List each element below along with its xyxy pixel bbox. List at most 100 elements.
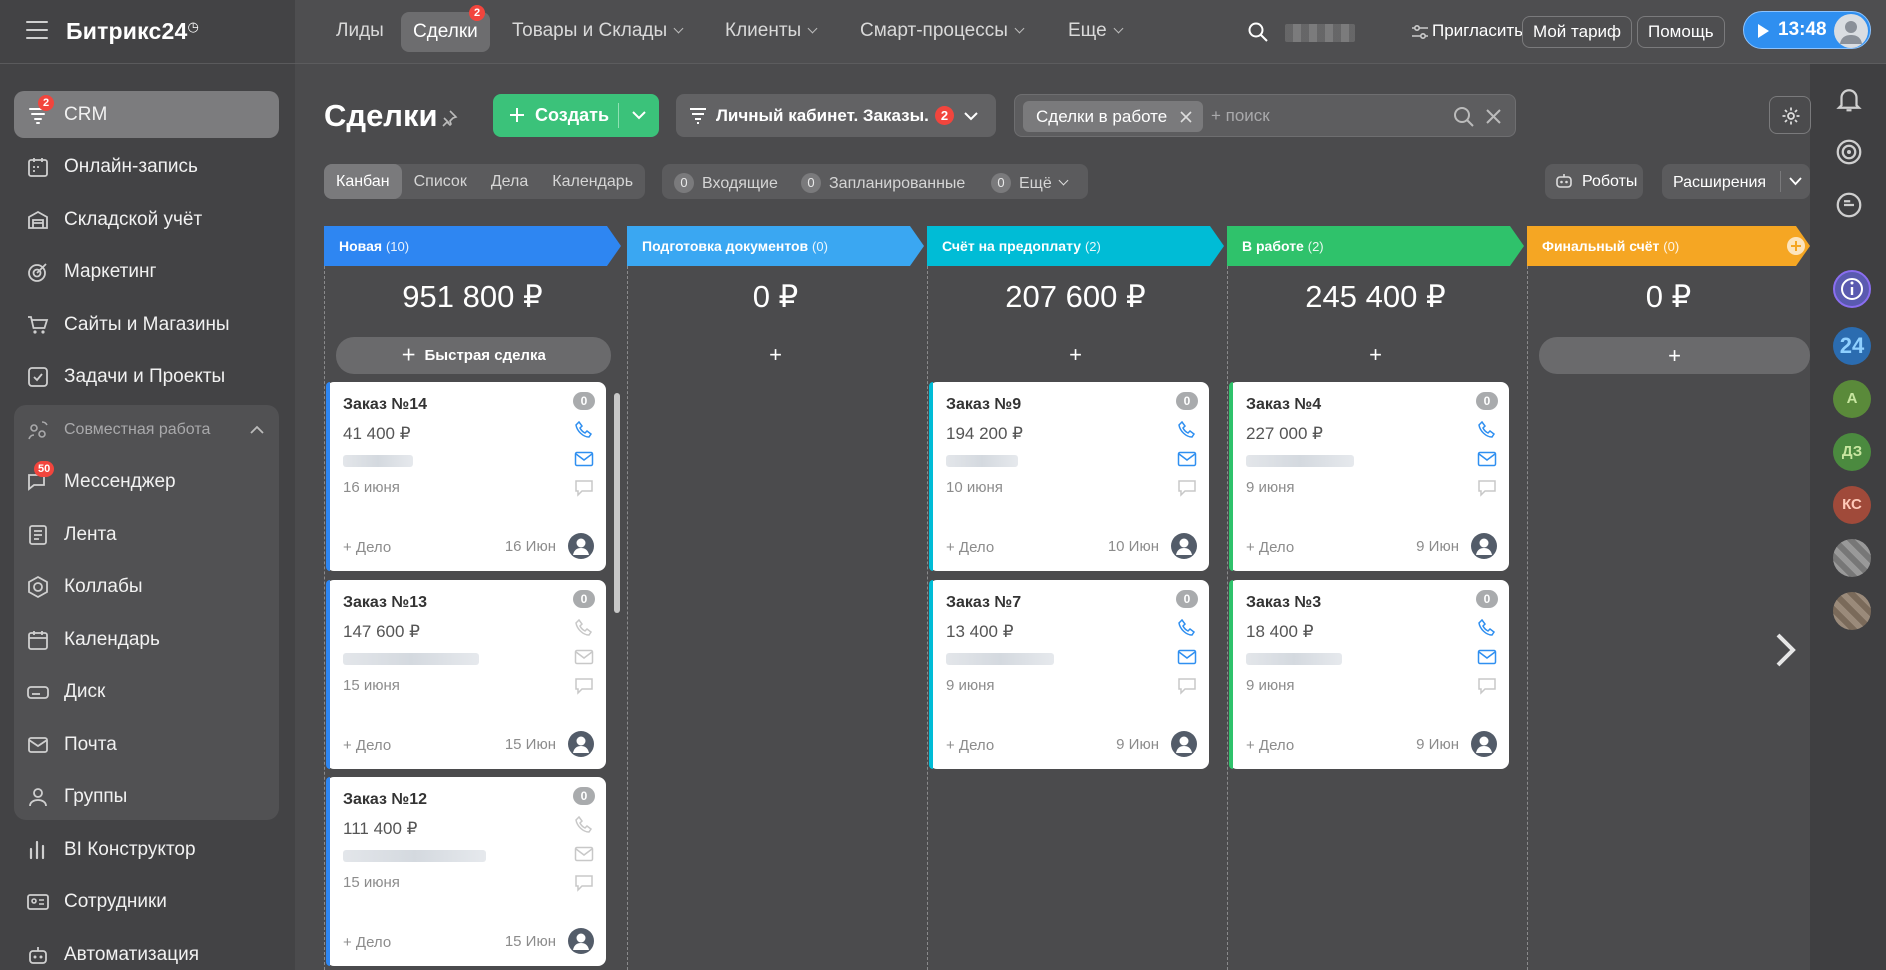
mail-icon[interactable] [1477, 450, 1497, 468]
sidebar-item-marketing[interactable]: Маркетинг [14, 248, 279, 295]
sidebar-item-sites[interactable]: Сайты и Магазины [14, 301, 279, 348]
mail-icon[interactable] [574, 450, 594, 468]
invite-button[interactable]: Пригласить [1412, 16, 1533, 48]
phone-icon[interactable] [574, 816, 594, 834]
add-activity-link[interactable]: + Дело [946, 737, 994, 754]
funnel-selector[interactable]: Личный кабинет. Заказы. 2 [676, 94, 996, 137]
rail-avatar-ks[interactable]: КС [1833, 486, 1871, 524]
counter-planned[interactable]: 0 Запланированные [801, 173, 965, 193]
responsible-avatar[interactable] [1471, 731, 1497, 757]
deal-card[interactable]: Заказ №14 41 400 ₽ 16 июня 0 + Дело 16 И… [326, 382, 606, 571]
copilot-icon[interactable] [1834, 137, 1864, 167]
deal-title[interactable]: Заказ №12 [343, 791, 427, 809]
logo[interactable]: Битрикс24◷ [66, 18, 199, 45]
scroll-right-button[interactable] [1760, 600, 1810, 700]
comment-icon[interactable] [1177, 677, 1197, 695]
rail-avatar-info[interactable] [1833, 270, 1871, 308]
help-button[interactable]: Помощь [1637, 16, 1725, 48]
filter-search-box[interactable]: Сделки в работе + поиск [1014, 94, 1516, 137]
sidebar-item-automation[interactable]: Автоматизация [14, 931, 279, 970]
sidebar-item-messenger[interactable]: 50 Мессенджер [14, 458, 279, 505]
tab-activities[interactable]: Дела [479, 164, 540, 199]
deal-card[interactable]: Заказ №7 13 400 ₽ 9 июня 0 + Дело 9 Июн [929, 580, 1209, 769]
add-deal-button[interactable]: + [1539, 337, 1810, 374]
sidebar-item-crm[interactable]: 2 CRM [14, 91, 279, 138]
mail-icon[interactable] [574, 845, 594, 863]
deal-title[interactable]: Заказ №14 [343, 396, 427, 414]
responsible-avatar[interactable] [568, 928, 594, 954]
create-button[interactable]: Создать [493, 94, 659, 137]
tab-more[interactable]: Еще [1068, 20, 1124, 42]
tab-products[interactable]: Товары и Склады [512, 20, 684, 42]
comment-icon[interactable] [1177, 479, 1197, 497]
tab-calendar[interactable]: Календарь [540, 164, 645, 199]
sidebar-item-bi[interactable]: BI Конструктор [14, 826, 279, 873]
close-icon[interactable] [1180, 111, 1192, 123]
sidebar-item-collabs[interactable]: Коллабы [14, 563, 279, 610]
add-activity-link[interactable]: + Дело [1246, 737, 1294, 754]
sidebar-item-warehouse[interactable]: Складской учёт [14, 196, 279, 243]
counter-more[interactable]: 0 Ещё [991, 173, 1069, 193]
rail-avatar-b24[interactable]: 24 [1833, 327, 1871, 365]
search-icon[interactable] [1247, 21, 1269, 43]
column-header[interactable]: Новая (10) [324, 226, 621, 266]
comment-icon[interactable] [574, 677, 594, 695]
bell-icon[interactable] [1834, 84, 1864, 114]
column-scrollbar[interactable] [614, 393, 620, 613]
chat-search-icon[interactable] [1834, 190, 1864, 220]
rail-avatar-blurred[interactable] [1833, 539, 1871, 577]
tab-leads[interactable]: Лиды [336, 20, 384, 42]
column-header[interactable]: Финальный счёт (0) [1527, 226, 1810, 266]
comment-icon[interactable] [574, 479, 594, 497]
add-deal-button[interactable]: + [927, 342, 1224, 368]
mail-icon[interactable] [1177, 648, 1197, 666]
quick-deal-button[interactable]: ＋ Быстрая сделка [336, 337, 611, 374]
comment-icon[interactable] [574, 874, 594, 892]
rail-avatar-a[interactable]: А [1833, 380, 1871, 418]
column-header[interactable]: В работе (2) [1227, 226, 1524, 266]
add-activity-link[interactable]: + Дело [946, 539, 994, 556]
my-tariff-button[interactable]: Мой тариф [1522, 16, 1633, 48]
phone-icon[interactable] [1177, 421, 1197, 439]
sidebar-item-online-booking[interactable]: Онлайн-запись [14, 143, 279, 190]
add-activity-link[interactable]: + Дело [343, 737, 391, 754]
sidebar-item-mail[interactable]: Почта [14, 721, 279, 768]
sidebar-item-tasks[interactable]: Задачи и Проекты [14, 353, 279, 400]
responsible-avatar[interactable] [568, 533, 594, 559]
tab-kanban[interactable]: Канбан [324, 164, 402, 199]
deal-title[interactable]: Заказ №13 [343, 594, 427, 612]
filter-chip[interactable]: Сделки в работе [1023, 101, 1204, 132]
deal-title[interactable]: Заказ №3 [1246, 594, 1321, 612]
robots-button[interactable]: Роботы [1545, 164, 1643, 199]
comment-icon[interactable] [1477, 479, 1497, 497]
worktime-button[interactable]: 13:48 [1743, 11, 1871, 49]
deal-card[interactable]: Заказ №4 227 000 ₽ 9 июня 0 + Дело 9 Июн [1229, 382, 1509, 571]
extensions-button[interactable]: Расширения [1662, 164, 1810, 199]
deal-card[interactable]: Заказ №13 147 600 ₽ 15 июня 0 + Дело 15 … [326, 580, 606, 769]
add-column-icon[interactable] [1786, 236, 1806, 256]
menu-icon[interactable] [26, 21, 48, 39]
sidebar-item-groups[interactable]: Группы [14, 773, 279, 820]
add-activity-link[interactable]: + Дело [343, 934, 391, 951]
search-input[interactable]: + поиск [1211, 106, 1270, 126]
sidebar-item-calendar[interactable]: Календарь [14, 616, 279, 663]
deal-card[interactable]: Заказ №3 18 400 ₽ 9 июня 0 + Дело 9 Июн [1229, 580, 1509, 769]
deal-title[interactable]: Заказ №9 [946, 396, 1021, 414]
deal-title[interactable]: Заказ №4 [1246, 396, 1321, 414]
deal-card[interactable]: Заказ №12 111 400 ₽ 15 июня 0 + Дело 15 … [326, 777, 606, 966]
deal-title[interactable]: Заказ №7 [946, 594, 1021, 612]
rail-avatar-blurred[interactable] [1833, 592, 1871, 630]
user-avatar[interactable] [1834, 14, 1868, 48]
chevron-up-icon[interactable] [250, 425, 264, 435]
phone-icon[interactable] [1477, 421, 1497, 439]
mail-icon[interactable] [1477, 648, 1497, 666]
responsible-avatar[interactable] [1171, 533, 1197, 559]
add-activity-link[interactable]: + Дело [1246, 539, 1294, 556]
sidebar-item-employees[interactable]: Сотрудники [14, 878, 279, 925]
responsible-avatar[interactable] [568, 731, 594, 757]
sidebar-item-disk[interactable]: Диск [14, 668, 279, 715]
phone-icon[interactable] [1177, 619, 1197, 637]
responsible-avatar[interactable] [1171, 731, 1197, 757]
kanban-settings-button[interactable] [1769, 96, 1811, 134]
phone-icon[interactable] [574, 619, 594, 637]
